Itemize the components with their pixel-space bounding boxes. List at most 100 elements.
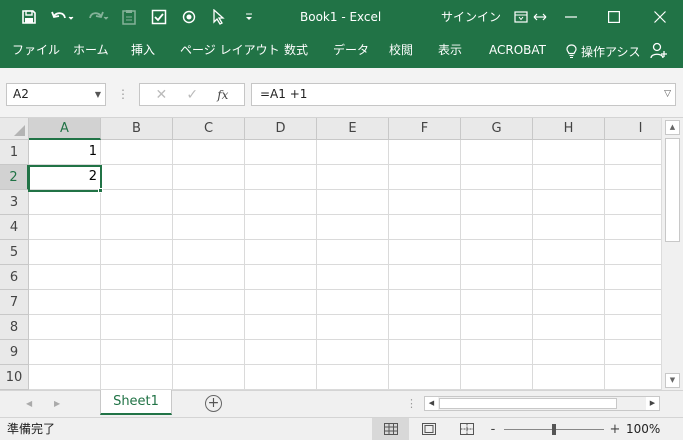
vertical-scrollbar[interactable]: ▲ ▼ (661, 118, 683, 390)
tab-insert[interactable]: 挿入 (131, 34, 155, 68)
minimize-icon[interactable] (548, 0, 594, 34)
cell-c6[interactable] (173, 265, 245, 290)
select-all-corner[interactable] (0, 118, 29, 140)
cell-d9[interactable] (245, 340, 317, 365)
cell-i7[interactable] (605, 290, 661, 315)
person-add-icon[interactable] (650, 34, 668, 68)
normal-view-icon[interactable] (372, 418, 409, 440)
horizontal-scroll-thumb[interactable] (439, 398, 617, 409)
tab-home[interactable]: ホーム (73, 34, 109, 68)
cell-c2[interactable] (173, 165, 245, 190)
row-header-9[interactable]: 9 (0, 340, 29, 365)
zoom-in-button[interactable]: + (608, 422, 622, 437)
cell-h6[interactable] (533, 265, 605, 290)
zoom-slider[interactable] (504, 423, 604, 435)
cell-d4[interactable] (245, 215, 317, 240)
scroll-down-icon[interactable]: ▼ (665, 373, 680, 388)
next-sheet-icon[interactable]: ▶ (54, 391, 60, 417)
cell-e5[interactable] (317, 240, 389, 265)
column-header-a[interactable]: A (29, 118, 101, 140)
cell-i2[interactable] (605, 165, 661, 190)
cell-b4[interactable] (101, 215, 173, 240)
worksheet-grid[interactable]: A B C D E F G H I 1 1 2 2 3 4 5 6 7 8 9 10 (0, 118, 661, 390)
cell-g4[interactable] (461, 215, 533, 240)
column-header-f[interactable]: F (389, 118, 461, 140)
save-icon[interactable] (14, 0, 44, 34)
cell-a8[interactable] (29, 315, 101, 340)
column-header-e[interactable]: E (317, 118, 389, 140)
cell-f9[interactable] (389, 340, 461, 365)
row-header-8[interactable]: 8 (0, 315, 29, 340)
pointer-icon[interactable] (204, 0, 234, 34)
cell-c8[interactable] (173, 315, 245, 340)
cell-b10[interactable] (101, 365, 173, 390)
cell-c1[interactable] (173, 140, 245, 165)
scroll-right-icon[interactable]: ▶ (646, 397, 659, 410)
insert-function-icon[interactable]: fx (217, 88, 228, 102)
cell-h2[interactable] (533, 165, 605, 190)
cell-c10[interactable] (173, 365, 245, 390)
cell-d7[interactable] (245, 290, 317, 315)
row-header-5[interactable]: 5 (0, 240, 29, 265)
cell-b1[interactable] (101, 140, 173, 165)
column-header-b[interactable]: B (101, 118, 173, 140)
cell-e2[interactable] (317, 165, 389, 190)
column-header-d[interactable]: D (245, 118, 317, 140)
cell-i4[interactable] (605, 215, 661, 240)
row-header-1[interactable]: 1 (0, 140, 29, 165)
cell-e10[interactable] (317, 365, 389, 390)
cell-d8[interactable] (245, 315, 317, 340)
cell-h5[interactable] (533, 240, 605, 265)
maximize-icon[interactable] (591, 0, 637, 34)
cell-e4[interactable] (317, 215, 389, 240)
cell-h10[interactable] (533, 365, 605, 390)
cell-b5[interactable] (101, 240, 173, 265)
cell-g3[interactable] (461, 190, 533, 215)
ribbon-display-options-icon[interactable] (510, 0, 532, 34)
row-header-2[interactable]: 2 (0, 165, 29, 190)
zoom-slider-knob[interactable] (552, 423, 556, 435)
scroll-up-icon[interactable]: ▲ (665, 120, 680, 135)
fill-handle[interactable] (98, 188, 103, 193)
zoom-level[interactable]: 100% (626, 418, 660, 440)
cell-g5[interactable] (461, 240, 533, 265)
vertical-scroll-thumb[interactable] (665, 138, 680, 242)
cell-b3[interactable] (101, 190, 173, 215)
cell-a1[interactable]: 1 (29, 140, 101, 165)
cell-a6[interactable] (29, 265, 101, 290)
formula-bar-grip-icon[interactable]: ⋮ (117, 83, 129, 106)
prev-sheet-icon[interactable]: ◀ (26, 391, 32, 417)
formula-input[interactable]: =A1 +1 ▽ (251, 83, 676, 106)
tab-view[interactable]: 表示 (438, 34, 462, 68)
tab-file[interactable]: ファイル (12, 34, 60, 68)
cell-h3[interactable] (533, 190, 605, 215)
undo-icon[interactable] (44, 0, 80, 34)
column-header-i[interactable]: I (605, 118, 661, 140)
cell-i5[interactable] (605, 240, 661, 265)
cell-g9[interactable] (461, 340, 533, 365)
cell-c4[interactable] (173, 215, 245, 240)
sign-in-link[interactable]: サインイン (441, 0, 501, 34)
resize-arrows-icon[interactable] (531, 0, 549, 34)
expand-formula-bar-icon[interactable]: ▽ (664, 84, 671, 105)
column-header-g[interactable]: G (461, 118, 533, 140)
row-header-10[interactable]: 10 (0, 365, 29, 390)
cell-e1[interactable] (317, 140, 389, 165)
row-header-6[interactable]: 6 (0, 265, 29, 290)
tab-formulas[interactable]: 数式 (284, 34, 308, 68)
cell-b8[interactable] (101, 315, 173, 340)
cell-f6[interactable] (389, 265, 461, 290)
cell-d6[interactable] (245, 265, 317, 290)
cell-e3[interactable] (317, 190, 389, 215)
cell-i9[interactable] (605, 340, 661, 365)
cell-f7[interactable] (389, 290, 461, 315)
cell-c5[interactable] (173, 240, 245, 265)
cell-i8[interactable] (605, 315, 661, 340)
cell-g8[interactable] (461, 315, 533, 340)
cell-g7[interactable] (461, 290, 533, 315)
redo-icon[interactable] (80, 0, 114, 34)
cell-e6[interactable] (317, 265, 389, 290)
cell-f8[interactable] (389, 315, 461, 340)
cell-e8[interactable] (317, 315, 389, 340)
cell-i3[interactable] (605, 190, 661, 215)
